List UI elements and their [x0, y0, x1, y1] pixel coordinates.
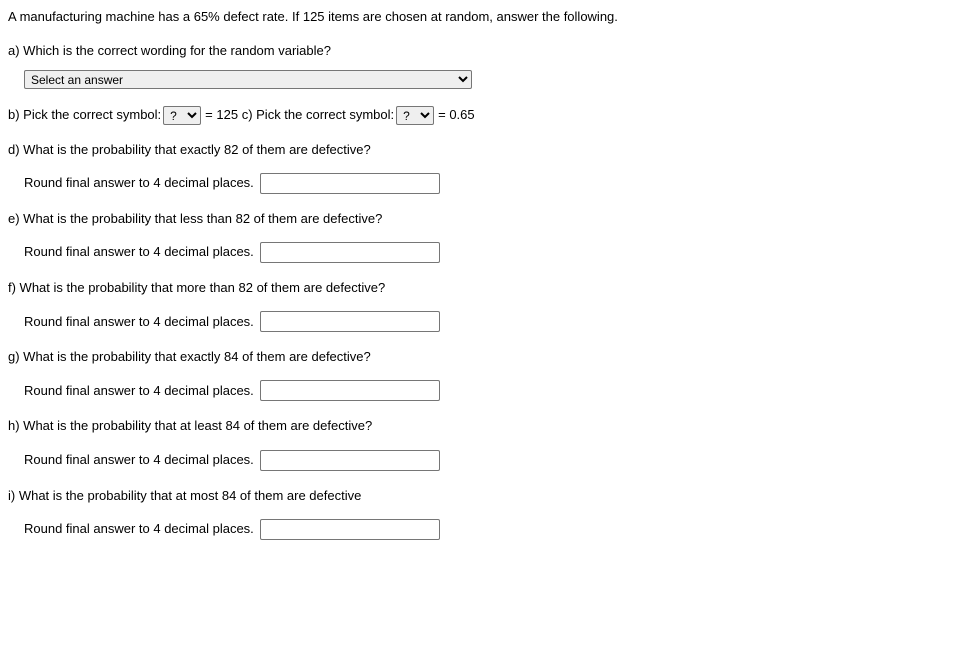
part-c: c) Pick the correct symbol: ? = 0.65 — [242, 106, 475, 125]
part-h: h) What is the probability that at least… — [8, 417, 951, 470]
part-b-select[interactable]: ? — [163, 106, 201, 125]
part-d-input[interactable] — [260, 173, 440, 194]
part-e-instruction: Round final answer to 4 decimal places. — [24, 243, 254, 261]
part-f: f) What is the probability that more tha… — [8, 279, 951, 332]
part-g-input[interactable] — [260, 380, 440, 401]
part-b-prompt: b) Pick the correct symbol: — [8, 106, 161, 124]
part-i-prompt: i) What is the probability that at most … — [8, 487, 951, 505]
part-c-suffix: = 0.65 — [438, 106, 475, 124]
part-d-prompt: d) What is the probability that exactly … — [8, 141, 951, 159]
part-g: g) What is the probability that exactly … — [8, 348, 951, 401]
part-b-suffix: = 125 — [205, 106, 238, 124]
part-f-prompt: f) What is the probability that more tha… — [8, 279, 951, 297]
part-d: d) What is the probability that exactly … — [8, 141, 951, 194]
part-d-instruction: Round final answer to 4 decimal places. — [24, 174, 254, 192]
part-a: a) Which is the correct wording for the … — [8, 42, 951, 89]
part-g-instruction: Round final answer to 4 decimal places. — [24, 382, 254, 400]
part-c-select[interactable]: ? — [396, 106, 434, 125]
part-h-input[interactable] — [260, 450, 440, 471]
part-c-prompt: c) Pick the correct symbol: — [242, 106, 394, 124]
part-h-prompt: h) What is the probability that at least… — [8, 417, 951, 435]
part-f-input[interactable] — [260, 311, 440, 332]
part-e-input[interactable] — [260, 242, 440, 263]
part-g-prompt: g) What is the probability that exactly … — [8, 348, 951, 366]
part-a-prompt: a) Which is the correct wording for the … — [8, 42, 951, 60]
part-i-input[interactable] — [260, 519, 440, 540]
part-i: i) What is the probability that at most … — [8, 487, 951, 540]
part-f-instruction: Round final answer to 4 decimal places. — [24, 313, 254, 331]
part-a-select[interactable]: Select an answer — [24, 70, 472, 89]
part-h-instruction: Round final answer to 4 decimal places. — [24, 451, 254, 469]
part-e-prompt: e) What is the probability that less tha… — [8, 210, 951, 228]
part-b: b) Pick the correct symbol: ? = 125 — [8, 106, 238, 125]
part-e: e) What is the probability that less tha… — [8, 210, 951, 263]
part-i-instruction: Round final answer to 4 decimal places. — [24, 520, 254, 538]
question-intro: A manufacturing machine has a 65% defect… — [8, 8, 951, 26]
